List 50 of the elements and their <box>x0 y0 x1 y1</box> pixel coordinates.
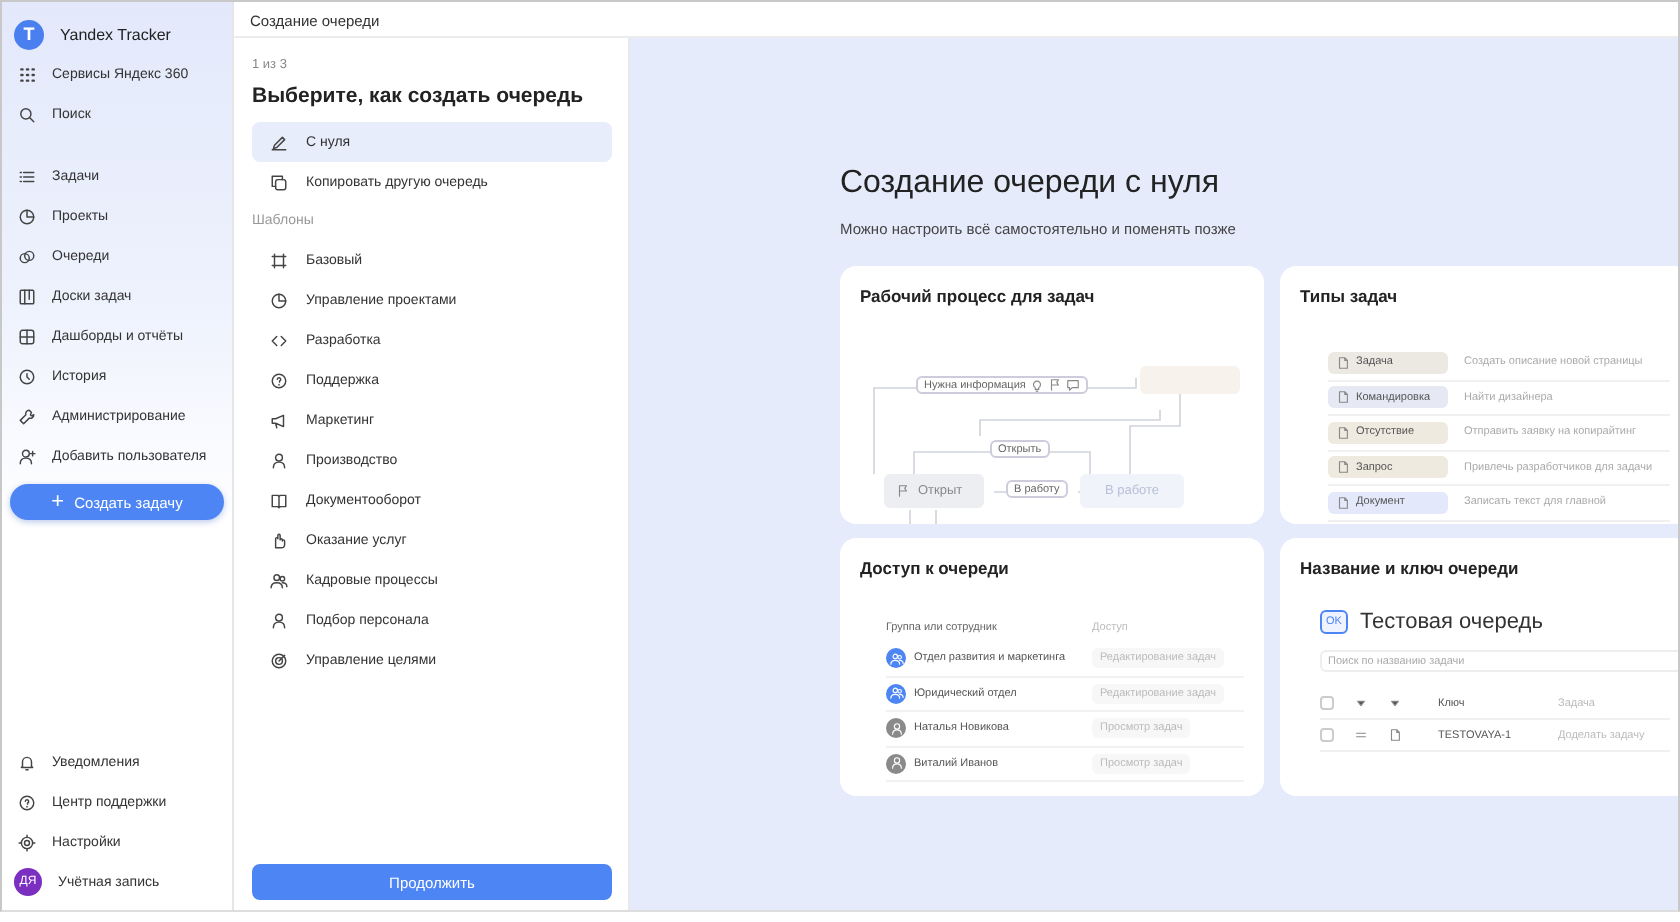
card-title: Рабочий процесс для задач <box>860 286 1097 306</box>
doc-icon <box>1336 355 1350 370</box>
logo-badge: T <box>14 19 44 49</box>
person-icon <box>270 611 288 629</box>
equals-icon <box>1354 728 1368 742</box>
list-icon <box>18 167 36 185</box>
caret-icon <box>1354 696 1368 710</box>
doc-icon <box>1336 460 1350 475</box>
hand-icon <box>270 531 288 549</box>
bubble-icon <box>1065 378 1080 392</box>
checkbox[interactable] <box>1320 728 1334 742</box>
flag-icon <box>896 484 910 498</box>
card-title: Доступ к очереди <box>860 558 1011 578</box>
person-plus-icon <box>18 447 36 465</box>
queue-name: Тестовая очередь <box>1359 610 1543 634</box>
grid-dots-icon <box>18 65 36 83</box>
status-node-faded <box>1140 366 1240 394</box>
wizard-title: Выберите, как создать очередь <box>252 84 586 108</box>
megaphone-icon <box>270 411 288 429</box>
people-icon <box>270 571 288 589</box>
page-heading: Создание очереди с нуля <box>840 166 1221 202</box>
help-circle-icon <box>270 371 288 389</box>
pencil-icon <box>270 133 288 151</box>
clock-icon <box>18 367 36 385</box>
rings-icon <box>18 247 36 265</box>
bell-icon <box>18 753 36 771</box>
target-icon <box>270 651 288 669</box>
doc-icon <box>1336 495 1350 510</box>
code-brackets-icon <box>270 331 288 349</box>
caret-icon <box>1388 696 1402 710</box>
search-icon <box>18 105 36 123</box>
grid-icon <box>18 327 36 345</box>
doc-icon <box>1336 390 1350 405</box>
doc-icon <box>1336 425 1350 440</box>
bulb-icon <box>1029 378 1044 392</box>
pie-icon <box>18 207 36 225</box>
card-title: Типы задач <box>1300 286 1400 306</box>
wrench-icon <box>18 407 36 425</box>
app-title: Yandex Tracker <box>60 25 171 43</box>
board-icon <box>18 287 36 305</box>
book-icon <box>270 491 288 509</box>
checkbox[interactable] <box>1320 696 1334 710</box>
doc-icon <box>1388 728 1402 742</box>
copy-icon <box>270 173 288 191</box>
help-circle-icon <box>18 793 36 811</box>
card-title: Название и ключ очереди <box>1300 558 1521 578</box>
person-icon <box>270 451 288 469</box>
frame-icon <box>270 251 288 269</box>
pie-icon <box>270 291 288 309</box>
flag-icon <box>1047 378 1062 392</box>
